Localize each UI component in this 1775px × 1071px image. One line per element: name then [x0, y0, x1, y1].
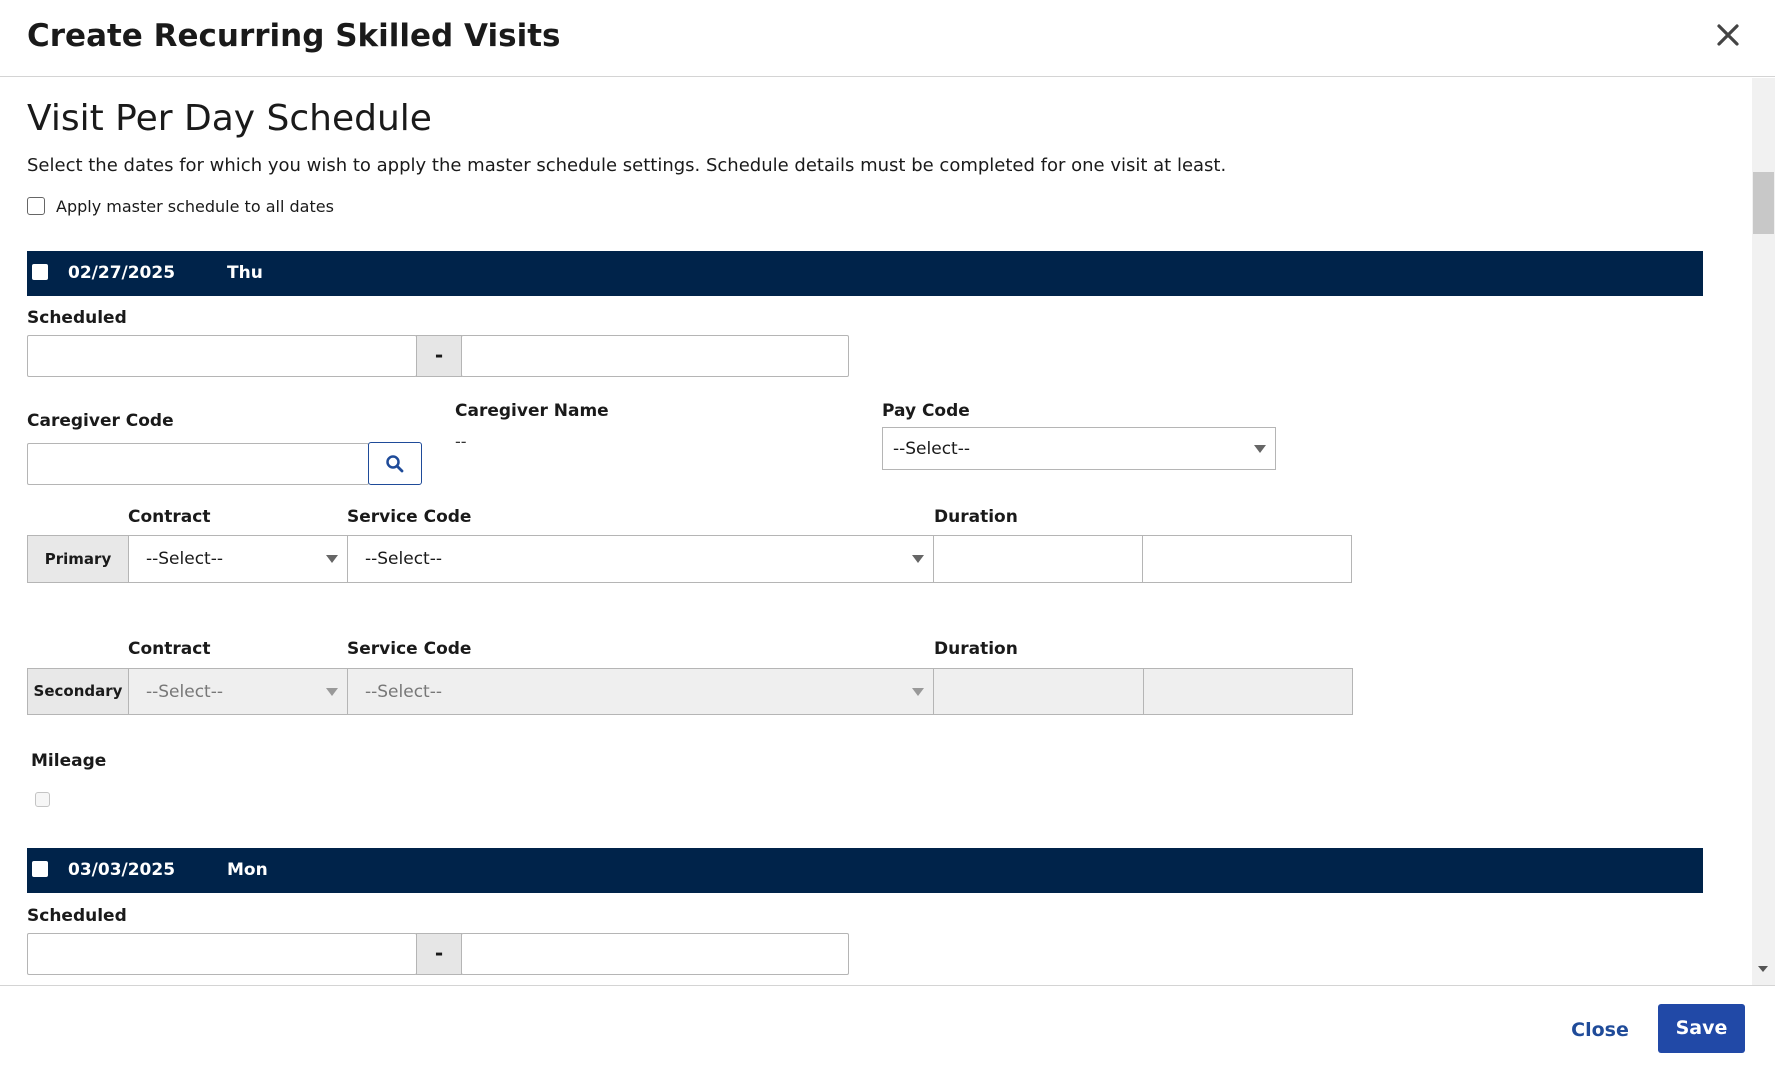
secondary-contract-select-value: --Select--: [146, 681, 223, 702]
caregiver-code-label: Caregiver Code: [27, 411, 174, 431]
apply-master-schedule-label: Apply master schedule to all dates: [56, 196, 334, 216]
caregiver-name-value: --: [455, 432, 467, 451]
primary-contract-label: Contract: [128, 507, 211, 527]
secondary-duration-label: Duration: [934, 639, 1018, 659]
chevron-down-icon: [912, 687, 924, 696]
scheduled-label: Scheduled: [27, 308, 127, 328]
chevron-down-icon: [326, 687, 338, 696]
scheduled-end-input[interactable]: [461, 933, 849, 975]
modal-header: Create Recurring Skilled Visits: [0, 0, 1775, 77]
pay-code-label: Pay Code: [882, 401, 970, 421]
secondary-contract-select: --Select--: [128, 668, 348, 715]
visit-select-checkbox[interactable]: [32, 861, 48, 877]
scrollbar-thumb[interactable]: [1753, 172, 1774, 234]
apply-master-schedule[interactable]: Apply master schedule to all dates: [27, 195, 334, 217]
visit-date-bar: 03/03/2025 Mon: [27, 848, 1703, 893]
visit-date: 03/03/2025: [68, 860, 176, 880]
mileage-checkbox: [35, 792, 50, 807]
primary-service-code-label: Service Code: [347, 507, 472, 527]
primary-row-tag: Primary: [27, 535, 129, 583]
scheduled-separator: -: [416, 933, 462, 975]
pay-code-select[interactable]: --Select--: [882, 427, 1276, 470]
primary-service-code-select[interactable]: --Select--: [347, 535, 934, 583]
close-icon[interactable]: [1713, 20, 1743, 52]
visit-select-checkbox[interactable]: [32, 264, 48, 280]
pay-code-select-value: --Select--: [893, 438, 970, 459]
secondary-service-code-label: Service Code: [347, 639, 472, 659]
apply-master-schedule-checkbox[interactable]: [27, 197, 45, 215]
primary-duration-minutes-input[interactable]: [1142, 535, 1352, 583]
section-title: Visit Per Day Schedule: [27, 98, 432, 139]
save-button[interactable]: Save: [1658, 1004, 1745, 1053]
visit-day: Mon: [227, 860, 268, 880]
instructions-text: Select the dates for which you wish to a…: [27, 155, 1227, 176]
primary-contract-select-value: --Select--: [146, 549, 223, 569]
chevron-down-icon: [1254, 444, 1266, 453]
primary-duration-hours-input[interactable]: [933, 535, 1143, 583]
scheduled-separator: -: [416, 335, 462, 377]
secondary-contract-label: Contract: [128, 639, 211, 659]
visit-day: Thu: [227, 263, 263, 283]
mileage-label: Mileage: [31, 751, 107, 771]
caregiver-search-button[interactable]: [368, 442, 422, 485]
secondary-service-code-select-value: --Select--: [365, 681, 442, 702]
scheduled-start-input[interactable]: [27, 933, 417, 975]
close-button[interactable]: Close: [1560, 1008, 1640, 1052]
primary-service-code-select-value: --Select--: [365, 549, 442, 569]
primary-duration-label: Duration: [934, 507, 1018, 527]
scheduled-label: Scheduled: [27, 906, 127, 926]
primary-contract-select[interactable]: --Select--: [128, 535, 348, 583]
scroll-down-arrow-icon[interactable]: [1758, 966, 1768, 972]
modal-title: Create Recurring Skilled Visits: [27, 18, 561, 54]
modal-footer: [0, 985, 1775, 1071]
visit-date-bar: 02/27/2025 Thu: [27, 251, 1703, 296]
scheduled-start-input[interactable]: [27, 335, 417, 377]
secondary-row-tag: Secondary: [27, 668, 129, 715]
caregiver-code-input[interactable]: [27, 443, 369, 485]
search-icon: [386, 454, 404, 472]
secondary-service-code-select: --Select--: [347, 668, 934, 715]
chevron-down-icon: [912, 555, 924, 563]
secondary-duration-hours-input: [933, 668, 1144, 715]
visit-date: 02/27/2025: [68, 263, 176, 283]
chevron-down-icon: [326, 555, 338, 563]
caregiver-name-label: Caregiver Name: [455, 401, 609, 421]
secondary-duration-minutes-input: [1143, 668, 1353, 715]
scheduled-end-input[interactable]: [461, 335, 849, 377]
